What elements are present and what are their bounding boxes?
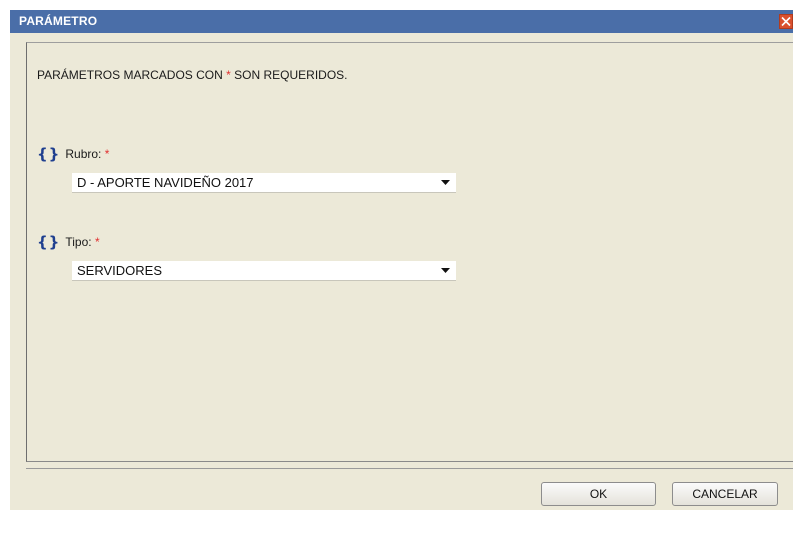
- chevron-down-icon[interactable]: [441, 268, 450, 273]
- tipo-label-text: Tipo:: [65, 235, 92, 249]
- close-icon: [781, 16, 791, 27]
- tipo-label: {} Tipo: *: [37, 233, 100, 251]
- dialog-title: PARÁMETRO: [19, 14, 98, 28]
- rubro-required-asterisk: *: [104, 147, 110, 161]
- rubro-selected-value: D - APORTE NAVIDEÑO 2017: [77, 175, 254, 190]
- parameters-panel: PARÁMETROS MARCADOS CON * SON REQUERIDOS…: [26, 42, 793, 462]
- chevron-down-icon[interactable]: [441, 180, 450, 185]
- braces-icon: {}: [37, 145, 61, 163]
- rubro-select[interactable]: D - APORTE NAVIDEÑO 2017: [72, 173, 456, 193]
- rubro-label: {} Rubro: *: [37, 145, 109, 163]
- parameter-dialog: PARÁMETRO PARÁMETROS MARCADOS CON * SON …: [10, 10, 793, 510]
- required-notice-suffix: SON REQUERIDOS.: [230, 68, 348, 82]
- close-button[interactable]: [779, 14, 793, 29]
- tipo-select[interactable]: SERVIDORES: [72, 261, 456, 281]
- rubro-label-text: Rubro:: [65, 147, 102, 161]
- tipo-selected-value: SERVIDORES: [77, 263, 163, 278]
- dialog-title-bar[interactable]: PARÁMETRO: [10, 10, 793, 33]
- footer-divider: [26, 468, 793, 469]
- required-notice: PARÁMETROS MARCADOS CON * SON REQUERIDOS…: [37, 68, 348, 82]
- required-notice-prefix: PARÁMETROS MARCADOS CON: [37, 68, 227, 82]
- braces-icon: {}: [37, 233, 61, 251]
- tipo-required-asterisk: *: [94, 235, 100, 249]
- cancel-button[interactable]: CANCELAR: [672, 482, 778, 506]
- ok-button[interactable]: OK: [541, 482, 656, 506]
